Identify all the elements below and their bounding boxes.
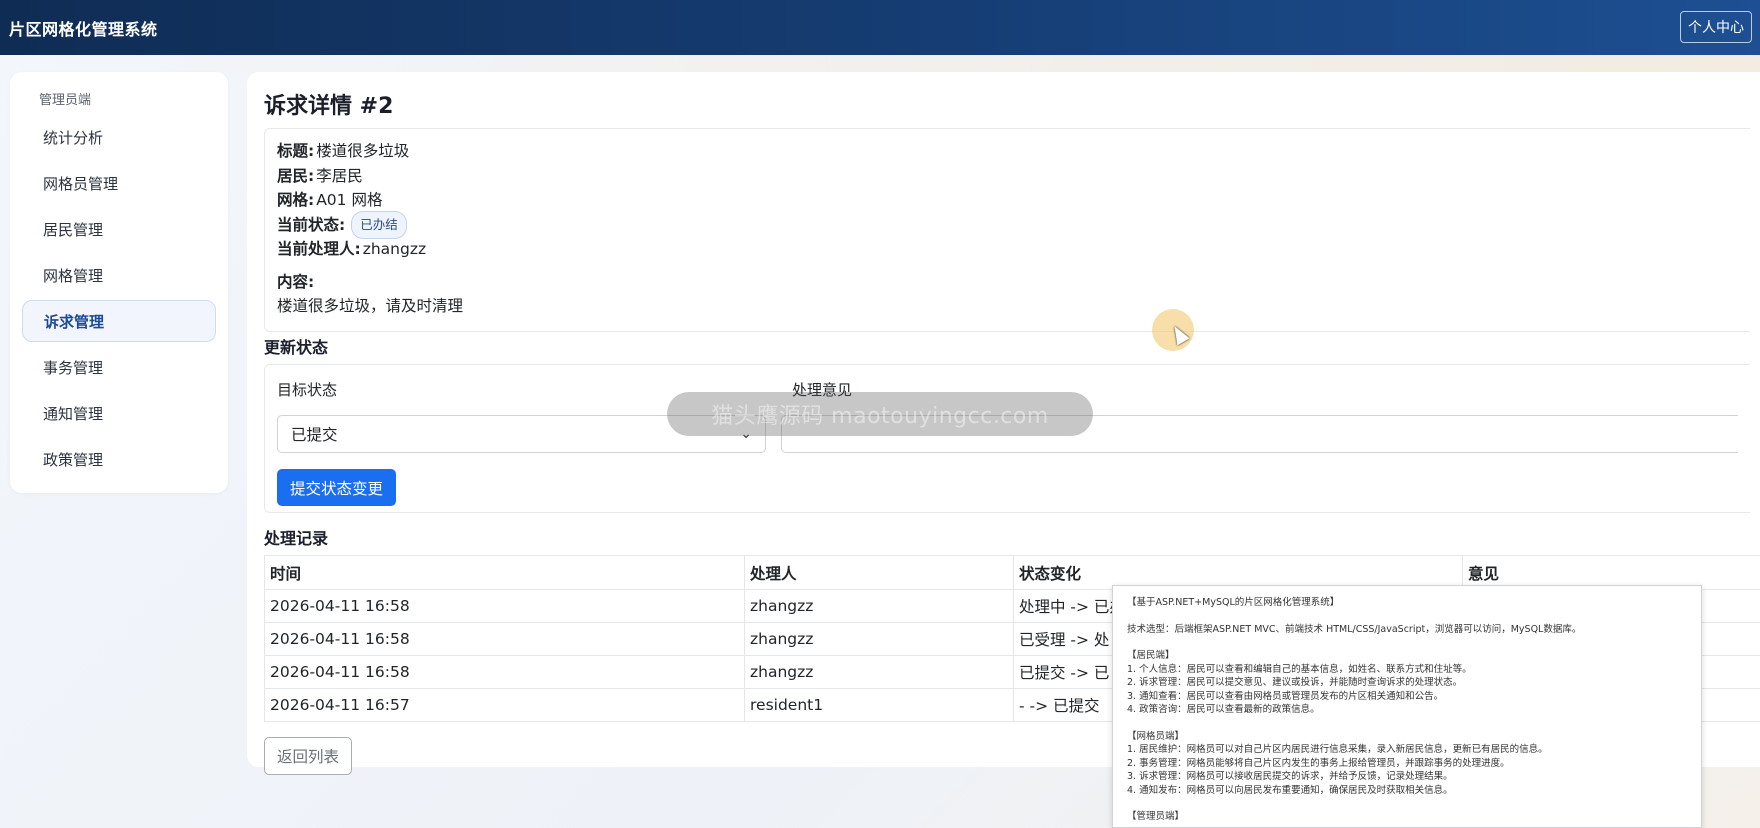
sidebar-item-grid-staff[interactable]: 网格员管理 xyxy=(22,162,216,204)
top-navbar: 片区网格化管理系统 个人中心 xyxy=(0,0,1760,55)
info-handler-label: 当前处理人: xyxy=(277,240,361,258)
doc-line: 4. 通知发布：网格员可以向居民发布重要通知，确保居民及时获取相关信息。 xyxy=(1127,784,1453,796)
info-handler-value: zhangzz xyxy=(362,240,427,258)
doc-line: 3. 通知查看：居民可以查看由网格员或管理员发布的片区相关通知和公告。 xyxy=(1127,690,1444,702)
info-status-row: 当前状态: 已办结 xyxy=(277,210,1738,239)
info-title-label: 标题: xyxy=(277,142,315,160)
page-title: 诉求详情 #2 xyxy=(264,94,394,119)
cell-handler: zhangzz xyxy=(744,589,1014,623)
sidebar-title: 管理员端 xyxy=(39,93,92,108)
info-grid-label: 网格: xyxy=(277,191,315,209)
cell-handler: resident1 xyxy=(744,688,1014,722)
update-status-form: 目标状态 处理意见 已提交 ⌄ 提交状态变更 xyxy=(264,364,1750,513)
sidebar-item-policies[interactable]: 政策管理 xyxy=(22,438,216,480)
info-content-label: 内容: xyxy=(277,272,315,291)
cell-handler: zhangzz xyxy=(744,655,1014,689)
doc-line: 3. 诉求管理：网格员可以接收居民提交的诉求，并给予反馈，记录处理结果。 xyxy=(1127,771,1453,782)
info-grid-value: A01 网格 xyxy=(316,191,383,209)
sidebar-item-statistics[interactable]: 统计分析 xyxy=(22,116,216,158)
cell-time: 2026-04-11 16:58 xyxy=(264,655,745,689)
info-title-row: 标题: 楼道很多垃圾 xyxy=(277,139,1738,164)
sidebar-item-residents[interactable]: 居民管理 xyxy=(22,208,216,250)
doc-line: 2. 诉求管理：居民可以提交意见、建议或投诉，并能随时查询诉求的处理状态。 xyxy=(1127,677,1463,688)
doc-line: 4. 政策咨询：居民可以查看最新的政策信息。 xyxy=(1127,704,1320,715)
target-status-value: 已提交 xyxy=(291,426,338,444)
cell-time: 2026-04-11 16:58 xyxy=(264,622,745,656)
profile-button[interactable]: 个人中心 xyxy=(1680,10,1752,43)
info-resident-row: 居民: 李居民 xyxy=(277,164,1738,189)
info-title-value: 楼道很多垃圾 xyxy=(316,142,410,160)
status-badge: 已办结 xyxy=(351,210,407,239)
header-shadow xyxy=(55,55,1760,73)
col-time: 时间 xyxy=(264,555,745,590)
sidebar-item-notices[interactable]: 通知管理 xyxy=(22,392,216,434)
cell-time: 2026-04-11 16:58 xyxy=(264,589,745,623)
records-heading: 处理记录 xyxy=(264,529,329,548)
overlay-document: 【基于ASP.NET+MySQL的片区网格化管理系统】 技术选型：后端框架ASP… xyxy=(1112,585,1702,828)
doc-line: 技术选型：后端框架ASP.NET MVC、前端技术 HTML/CSS/JavaS… xyxy=(1127,623,1582,635)
col-handler: 处理人 xyxy=(744,555,1014,590)
sidebar: 管理员端 统计分析 网格员管理 居民管理 网格管理 诉求管理 事务管理 通知管理… xyxy=(10,72,228,493)
cell-time: 2026-04-11 16:57 xyxy=(264,688,745,722)
doc-line: 【网格员端】 xyxy=(1127,730,1185,742)
info-resident-value: 李居民 xyxy=(316,166,363,185)
info-content-value: 楼道很多垃圾，请及时清理 xyxy=(277,297,464,315)
submit-status-button[interactable]: 提交状态变更 xyxy=(277,469,397,506)
doc-line: 2. 事务管理：网格员能够将自己片区内发生的事务上报给管理员，并跟踪事务的处理进… xyxy=(1127,757,1510,769)
doc-line: 1. 个人信息：居民可以查看和编辑自己的基本信息，如姓名、联系方式和住址等。 xyxy=(1127,663,1472,675)
info-content-label-row: 内容: xyxy=(277,270,1738,295)
app-brand[interactable]: 片区网格化管理系统 xyxy=(9,16,158,40)
info-handler-row: 当前处理人: zhangzz xyxy=(277,237,1738,262)
doc-line: 【基于ASP.NET+MySQL的片区网格化管理系统】 xyxy=(1127,597,1340,608)
sidebar-item-appeals[interactable]: 诉求管理 xyxy=(22,300,216,342)
info-status-label: 当前状态: xyxy=(277,215,346,234)
update-status-heading: 更新状态 xyxy=(264,338,329,357)
appeal-info-card: 标题: 楼道很多垃圾 居民: 李居民 网格: A01 网格 当前状态: 已办结 … xyxy=(264,128,1750,332)
doc-line: 【居民端】 xyxy=(1127,650,1175,661)
sidebar-item-grids[interactable]: 网格管理 xyxy=(22,254,216,296)
info-grid-row: 网格: A01 网格 xyxy=(277,188,1738,213)
sidebar-item-affairs[interactable]: 事务管理 xyxy=(22,346,216,388)
info-resident-label: 居民: xyxy=(277,166,315,185)
doc-line: 1. 居民维护：网格员可以对自己片区内居民进行信息采集，录入新居民信息，更新已有… xyxy=(1127,744,1548,755)
doc-line: 【管理员端】 xyxy=(1127,811,1185,822)
cell-handler: zhangzz xyxy=(744,622,1014,656)
back-to-list-button[interactable]: 返回列表 xyxy=(264,737,353,775)
watermark: 猫头鹰源码 maotouyingcc.com xyxy=(667,392,1093,436)
